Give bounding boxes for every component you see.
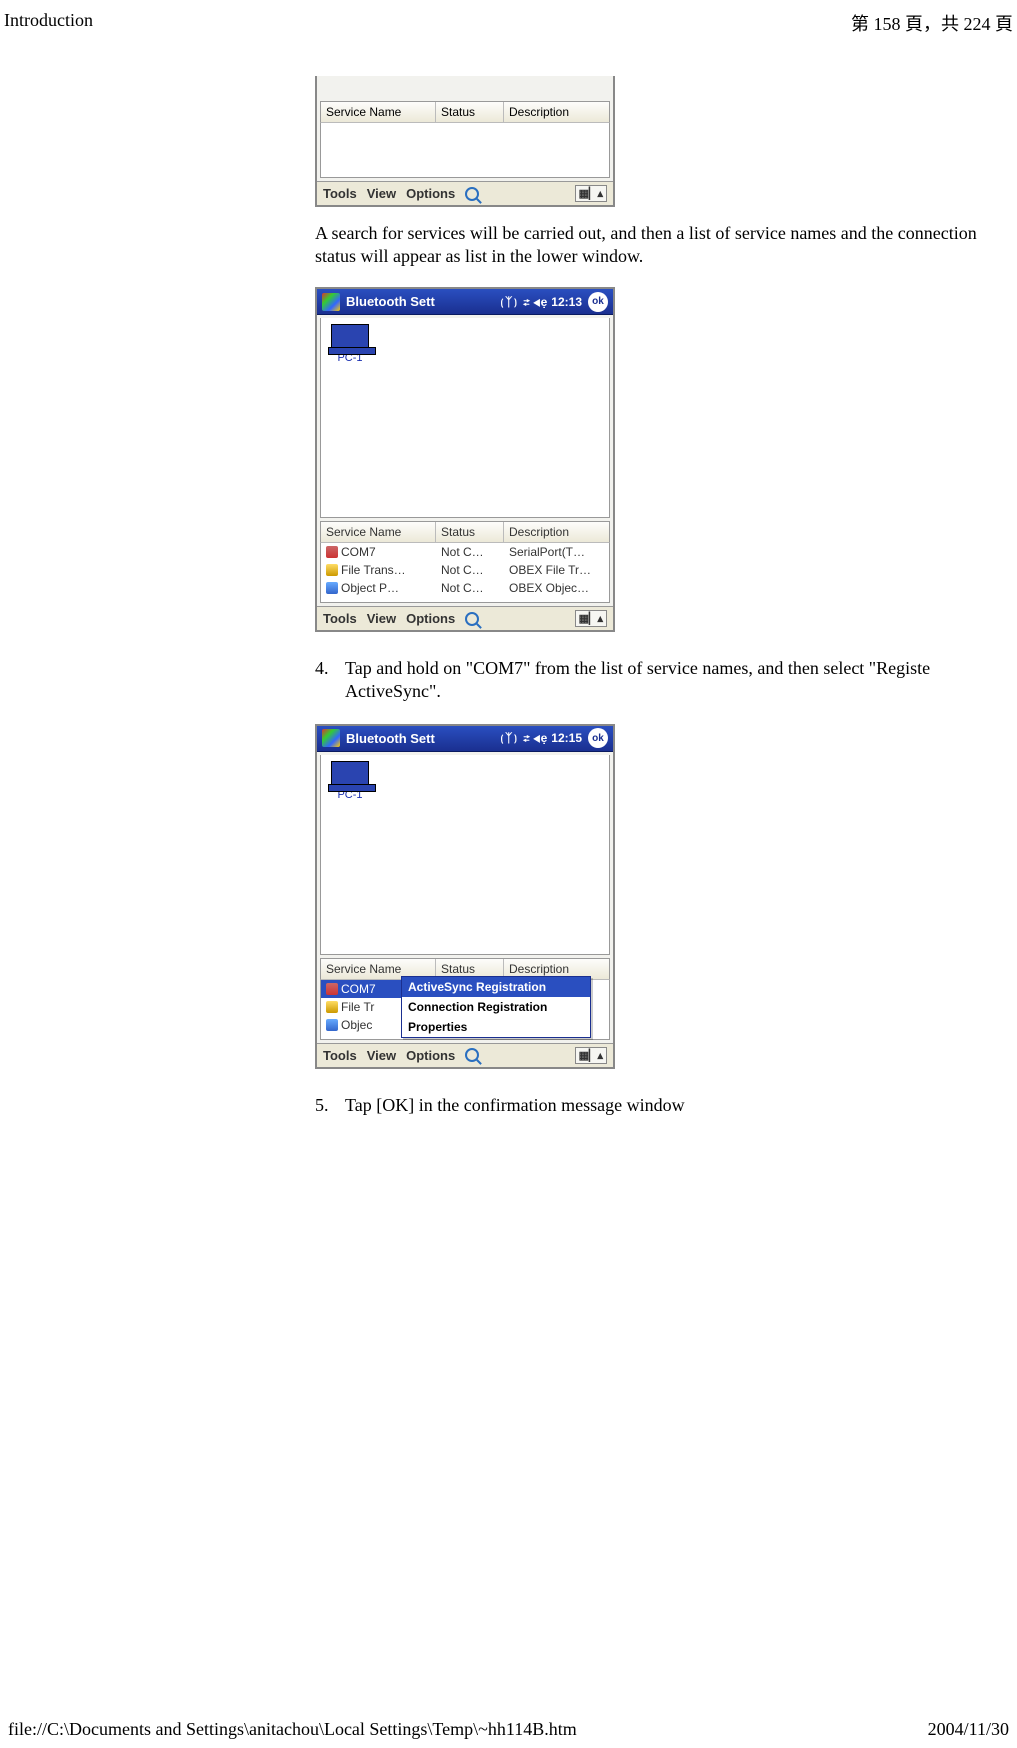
ok-button[interactable]: ok xyxy=(588,292,608,312)
status-icons: ⟮ᛉ⟯ ⇄ ◀ẹ 12:15 xyxy=(498,731,582,745)
step-number-5: 5. xyxy=(315,1094,333,1117)
menu-view[interactable]: View xyxy=(367,611,396,626)
object-push-icon xyxy=(326,1019,338,1031)
menu-options[interactable]: Options xyxy=(406,1048,455,1063)
context-menu-header[interactable]: ActiveSync Registration xyxy=(402,977,590,997)
title-bar: Bluetooth Sett ⟮ᛉ⟯ ⇄ ◀ẹ 12:13 ok xyxy=(317,289,613,315)
doc-title: Introduction xyxy=(4,10,93,36)
context-menu: ActiveSync Registration Connection Regis… xyxy=(401,976,591,1038)
object-push-icon xyxy=(326,582,338,594)
table-row[interactable]: Object P… Not C… OBEX Objec… xyxy=(321,579,609,597)
sip-button[interactable]: ▦▏▴ xyxy=(575,185,607,202)
service-table-body[interactable]: COM7 File Tr Objec ActiveSync Registrati… xyxy=(320,980,610,1040)
col-service-name[interactable]: Service Name xyxy=(321,522,436,542)
menu-view[interactable]: View xyxy=(367,186,396,201)
window-title: Bluetooth Sett xyxy=(346,731,435,746)
service-table-header: Service Name Status Description xyxy=(320,521,610,543)
footer-path: file://C:\Documents and Settings\anitach… xyxy=(8,1719,577,1740)
window-title: Bluetooth Sett xyxy=(346,294,435,309)
paragraph-1: A search for services will be carried ou… xyxy=(315,222,1017,267)
status-icons: ⟮ᛉ⟯ ⇄ ◀ẹ 12:13 xyxy=(498,295,582,309)
signal-icon[interactable]: ⟮ᛉ⟯ ⇄ ◀ẹ xyxy=(498,731,547,745)
search-icon[interactable] xyxy=(465,1048,479,1062)
start-icon[interactable] xyxy=(322,729,340,747)
signal-icon[interactable]: ⟮ᛉ⟯ ⇄ ◀ẹ xyxy=(498,295,547,309)
menu-tools[interactable]: Tools xyxy=(323,186,357,201)
device-pane[interactable]: PC-1 xyxy=(320,755,610,955)
bottom-bar: Tools View Options ▦▏▴ xyxy=(317,606,613,630)
table-row[interactable]: COM7 Not C… SerialPort(T… xyxy=(321,543,609,561)
bottom-bar: Tools View Options ▦▏▴ xyxy=(317,1043,613,1067)
context-menu-item-connection[interactable]: Connection Registration xyxy=(402,997,590,1017)
laptop-icon xyxy=(331,761,369,787)
step-text-4: Tap and hold on "COM7" from the list of … xyxy=(345,657,1017,704)
col-description[interactable]: Description xyxy=(504,522,609,542)
col-service-name[interactable]: Service Name xyxy=(321,102,436,122)
file-transfer-icon xyxy=(326,1001,338,1013)
menu-tools[interactable]: Tools xyxy=(323,611,357,626)
service-table-body[interactable]: COM7 Not C… SerialPort(T… File Trans… No… xyxy=(320,543,610,603)
col-status[interactable]: Status xyxy=(436,102,504,122)
step-text-5: Tap [OK] in the confirmation message win… xyxy=(345,1094,685,1117)
col-description[interactable]: Description xyxy=(504,102,609,122)
device-pc1[interactable]: PC-1 xyxy=(327,324,373,364)
menu-tools[interactable]: Tools xyxy=(323,1048,357,1063)
device-pane[interactable]: PC-1 xyxy=(320,318,610,518)
page-info: 第 158 頁，共 224 頁 xyxy=(851,10,1013,36)
menu-options[interactable]: Options xyxy=(406,186,455,201)
service-table-header: Service Name Status Description xyxy=(320,101,610,123)
serial-port-icon xyxy=(326,983,338,995)
search-icon[interactable] xyxy=(465,187,479,201)
service-table-body xyxy=(320,123,610,178)
screenshot-2: Bluetooth Sett ⟮ᛉ⟯ ⇄ ◀ẹ 12:15 ok PC-1 Se… xyxy=(315,724,615,1069)
table-row[interactable]: File Trans… Not C… OBEX File Tr… xyxy=(321,561,609,579)
menu-view[interactable]: View xyxy=(367,1048,396,1063)
laptop-icon xyxy=(331,324,369,350)
file-transfer-icon xyxy=(326,564,338,576)
device-pc1[interactable]: PC-1 xyxy=(327,761,373,801)
sip-button[interactable]: ▦▏▴ xyxy=(575,1047,607,1064)
bottom-bar: Tools View Options ▦▏▴ xyxy=(317,181,613,205)
col-status[interactable]: Status xyxy=(436,522,504,542)
sip-button[interactable]: ▦▏▴ xyxy=(575,610,607,627)
search-icon[interactable] xyxy=(465,612,479,626)
menu-options[interactable]: Options xyxy=(406,611,455,626)
start-icon[interactable] xyxy=(322,293,340,311)
step-number-4: 4. xyxy=(315,657,333,704)
screenshot-fragment: Service Name Status Description Tools Vi… xyxy=(315,76,615,207)
footer-date: 2004/11/30 xyxy=(928,1719,1009,1740)
clock[interactable]: 12:15 xyxy=(551,731,582,745)
clock[interactable]: 12:13 xyxy=(551,295,582,309)
title-bar: Bluetooth Sett ⟮ᛉ⟯ ⇄ ◀ẹ 12:15 ok xyxy=(317,726,613,752)
context-menu-item-properties[interactable]: Properties xyxy=(402,1017,590,1037)
ok-button[interactable]: ok xyxy=(588,728,608,748)
screenshot-1: Bluetooth Sett ⟮ᛉ⟯ ⇄ ◀ẹ 12:13 ok PC-1 Se… xyxy=(315,287,615,632)
serial-port-icon xyxy=(326,546,338,558)
